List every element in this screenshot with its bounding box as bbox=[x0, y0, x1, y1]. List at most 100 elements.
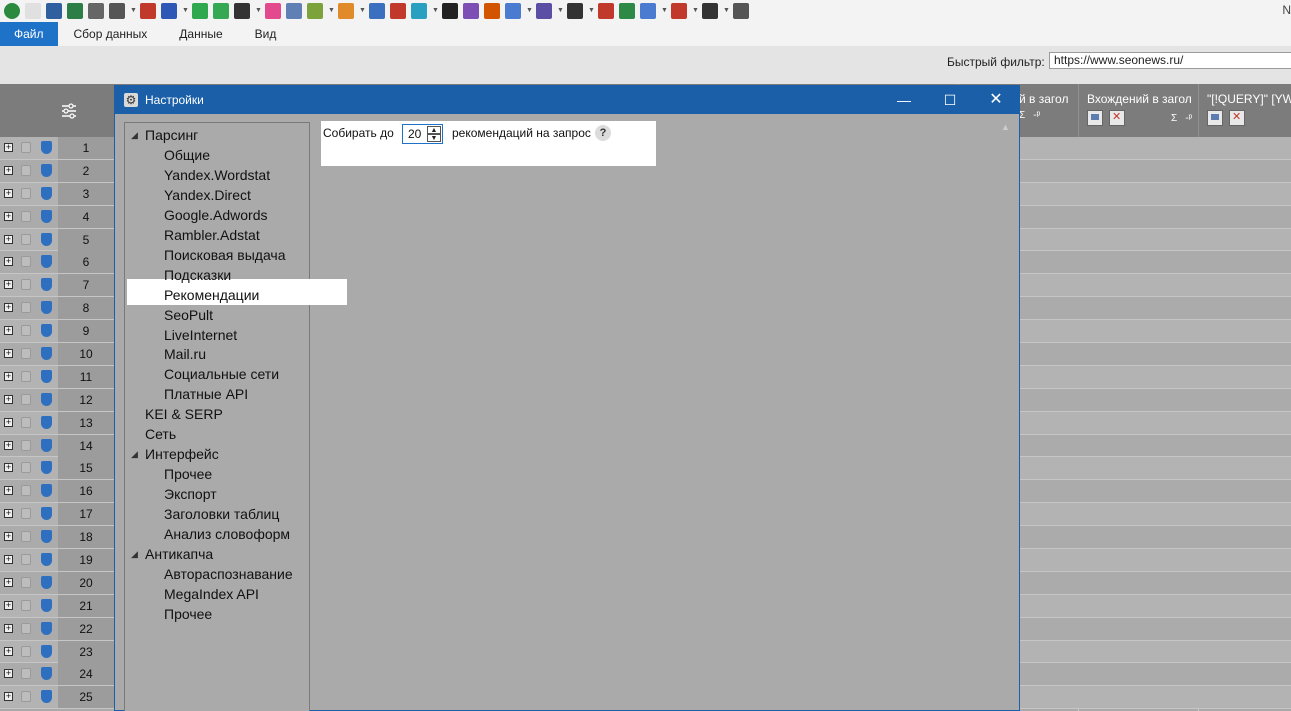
shield-icon[interactable] bbox=[41, 163, 52, 177]
maximize-button[interactable]: ☐ bbox=[927, 86, 973, 114]
lock-icon[interactable] bbox=[21, 325, 31, 337]
shield-icon[interactable] bbox=[41, 392, 52, 406]
bar-chart-blue-icon[interactable] bbox=[161, 3, 177, 19]
tree-item-kei-serp[interactable]: KEI & SERP bbox=[145, 404, 223, 424]
shield-icon[interactable] bbox=[41, 301, 52, 315]
clear-filter-icon[interactable] bbox=[1109, 110, 1125, 126]
lock-icon[interactable] bbox=[21, 691, 31, 703]
tree-item-interface[interactable]: Интерфейс bbox=[145, 444, 219, 464]
save-icon[interactable] bbox=[46, 3, 62, 19]
expand-icon[interactable]: + bbox=[4, 692, 13, 702]
tree-item-anticaptcha-2[interactable]: Прочее bbox=[164, 604, 212, 624]
lock-icon[interactable] bbox=[21, 645, 31, 657]
menu-data-collection[interactable]: Сбор данных bbox=[58, 22, 164, 46]
lock-icon[interactable] bbox=[21, 416, 31, 428]
d-icon[interactable] bbox=[536, 3, 552, 19]
image-icon[interactable] bbox=[286, 3, 302, 19]
expand-icon[interactable]: + bbox=[4, 165, 13, 175]
spin-up-icon[interactable]: ▲ bbox=[427, 126, 441, 134]
chart-window-icon[interactable] bbox=[733, 3, 749, 19]
expand-icon[interactable]: + bbox=[4, 188, 13, 198]
lock-icon[interactable] bbox=[21, 187, 31, 199]
tree-item-parsing-4[interactable]: Rambler.Adstat bbox=[164, 225, 260, 245]
lock-icon[interactable] bbox=[21, 348, 31, 360]
pin-icon[interactable]: -ᵖ bbox=[1185, 113, 1192, 124]
quick-filter-input[interactable]: https://www.seonews.ru/ bbox=[1049, 52, 1291, 69]
monitor-icon[interactable] bbox=[411, 3, 427, 19]
close-button[interactable]: ✕ bbox=[973, 86, 1019, 114]
tree-expand-icon[interactable]: ◢ bbox=[131, 444, 138, 464]
clear-filter-icon[interactable] bbox=[1229, 110, 1245, 126]
funnel-icon[interactable] bbox=[598, 3, 614, 19]
new-file-icon[interactable] bbox=[25, 3, 41, 19]
lock-icon[interactable] bbox=[21, 233, 31, 245]
shield-icon[interactable] bbox=[41, 369, 52, 383]
tree-expand-icon[interactable]: ◢ bbox=[131, 544, 138, 564]
shield-icon[interactable] bbox=[41, 347, 52, 361]
lock-icon[interactable] bbox=[21, 554, 31, 566]
shield-icon[interactable] bbox=[41, 621, 52, 635]
shield-icon[interactable] bbox=[41, 209, 52, 223]
google-g2-icon[interactable] bbox=[505, 3, 521, 19]
expand-icon[interactable]: + bbox=[4, 577, 13, 587]
shield-icon[interactable] bbox=[41, 575, 52, 589]
tree-item-parsing[interactable]: Парсинг bbox=[145, 125, 198, 145]
tree-item-parsing-11[interactable]: Социальные сети bbox=[164, 364, 279, 384]
lock-icon[interactable] bbox=[21, 302, 31, 314]
lock-icon[interactable] bbox=[21, 599, 31, 611]
shield-icon[interactable] bbox=[41, 507, 52, 521]
expand-icon[interactable]: + bbox=[4, 303, 13, 313]
shield-icon[interactable] bbox=[41, 415, 52, 429]
tree-item-parsing-3[interactable]: Google.Adwords bbox=[164, 205, 268, 225]
chevron-down-icon[interactable]: ▼ bbox=[432, 3, 439, 19]
chevron-down-icon[interactable]: ▼ bbox=[182, 3, 189, 19]
shield-icon[interactable] bbox=[41, 278, 52, 292]
shield-icon[interactable] bbox=[41, 438, 52, 452]
expand-icon[interactable]: + bbox=[4, 234, 13, 244]
dialog-titlebar[interactable]: ⚙ Настройки — ☐ ✕ bbox=[115, 86, 1019, 114]
recommendations-count-spinner[interactable]: 20 ▲ ▼ bbox=[402, 124, 443, 144]
chevron-down-icon[interactable]: ▼ bbox=[692, 3, 699, 19]
column-header-3[interactable]: "[!QUERY]" [YW] Σ -ᵖ bbox=[1198, 84, 1291, 137]
shield-icon[interactable] bbox=[41, 255, 52, 269]
expand-icon[interactable]: + bbox=[4, 669, 13, 679]
tree-item-interface-1[interactable]: Экспорт bbox=[164, 484, 217, 504]
chevron-down-icon[interactable]: ▼ bbox=[359, 3, 366, 19]
tree-item-interface-3[interactable]: Анализ словоформ bbox=[164, 524, 290, 544]
filter-icon[interactable] bbox=[1207, 110, 1223, 126]
magic-wand-icon[interactable] bbox=[109, 3, 125, 19]
tree-item-parsing-0[interactable]: Общие bbox=[164, 145, 210, 165]
expand-icon[interactable]: + bbox=[4, 532, 13, 542]
r-icon[interactable] bbox=[234, 3, 250, 19]
flag-icon[interactable] bbox=[671, 3, 687, 19]
expand-icon[interactable]: + bbox=[4, 440, 13, 450]
expand-icon[interactable]: + bbox=[4, 623, 13, 633]
expand-icon[interactable]: + bbox=[4, 326, 13, 336]
chevron-down-icon[interactable]: ▼ bbox=[557, 3, 564, 19]
chevron-down-icon[interactable]: ▼ bbox=[723, 3, 730, 19]
bar-chart-red-icon[interactable] bbox=[140, 3, 156, 19]
stats-purple-icon[interactable] bbox=[463, 3, 479, 19]
shield-icon[interactable] bbox=[41, 530, 52, 544]
spin-down-icon[interactable]: ▼ bbox=[427, 134, 441, 142]
tree-item-parsing-8[interactable]: SeoPult bbox=[164, 305, 213, 325]
hand-icon[interactable] bbox=[338, 3, 354, 19]
shield-icon[interactable] bbox=[41, 232, 52, 246]
lock-icon[interactable] bbox=[21, 142, 31, 153]
scroll-up-icon[interactable]: ▲ bbox=[1001, 122, 1010, 132]
pin-icon[interactable]: -ᵖ bbox=[1033, 110, 1040, 121]
expand-icon[interactable]: + bbox=[4, 394, 13, 404]
expand-icon[interactable]: + bbox=[4, 555, 13, 565]
chevron-down-icon[interactable]: ▼ bbox=[526, 3, 533, 19]
shield-icon[interactable] bbox=[41, 667, 52, 681]
shield-icon[interactable] bbox=[41, 644, 52, 658]
shield-icon[interactable] bbox=[41, 690, 52, 704]
shield-icon[interactable] bbox=[41, 324, 52, 338]
shield-icon[interactable] bbox=[41, 461, 52, 475]
shield-icon[interactable] bbox=[41, 484, 52, 498]
tree-item-network[interactable]: Сеть bbox=[145, 424, 176, 444]
google-g-icon[interactable] bbox=[213, 3, 229, 19]
lock-icon[interactable] bbox=[21, 531, 31, 543]
expand-icon[interactable]: + bbox=[4, 486, 13, 496]
menu-data[interactable]: Данные bbox=[163, 22, 238, 46]
